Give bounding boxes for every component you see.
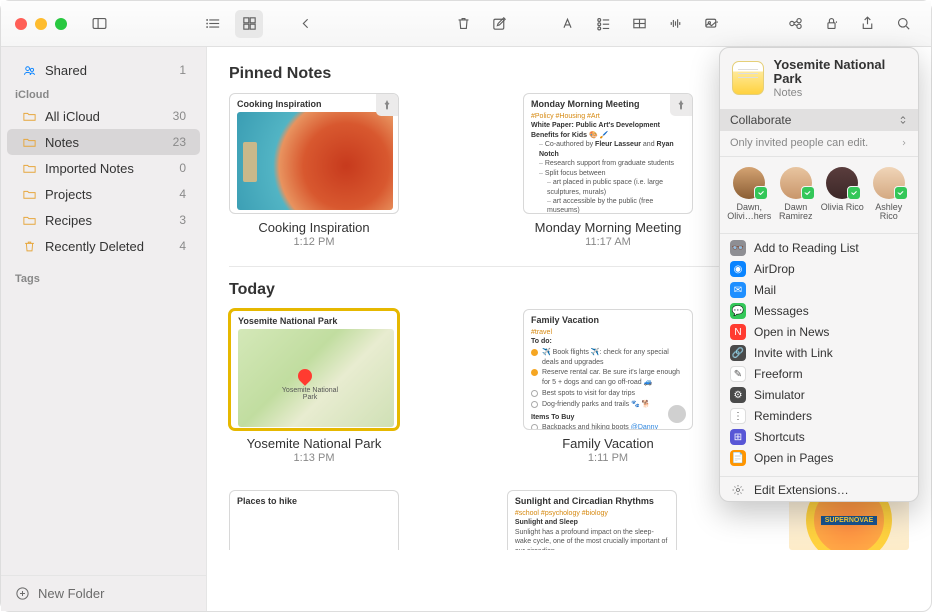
messages-badge-icon (754, 186, 768, 200)
pin-icon (670, 94, 692, 116)
app-icon: ✉ (730, 282, 746, 298)
share-icon[interactable] (853, 10, 881, 38)
share-person[interactable]: Ashley Rico (867, 167, 911, 223)
delete-icon[interactable] (449, 10, 477, 38)
messages-badge-icon (801, 186, 815, 200)
app-icon: ◉ (730, 261, 746, 277)
minimize-window[interactable] (35, 18, 47, 30)
sidebar-item-imported[interactable]: Imported Notes0 (7, 155, 200, 181)
note-card-hike[interactable]: Places to hike (229, 490, 399, 550)
share-menu-item[interactable]: ⋮Reminders (720, 406, 918, 427)
edit-extensions[interactable]: Edit Extensions… (720, 480, 918, 501)
share-menu-item[interactable]: ✉Mail (720, 280, 918, 301)
media-icon[interactable] (697, 10, 725, 38)
checklist-icon[interactable] (589, 10, 617, 38)
share-person[interactable]: Dawn Ramirez (774, 167, 818, 223)
titlebar (1, 1, 931, 47)
share-subtitle: Notes (774, 87, 906, 99)
chevron-right-icon (900, 139, 908, 147)
gear-icon (730, 482, 746, 498)
app-icon: ⋮ (730, 408, 746, 424)
app-icon: 💬 (730, 303, 746, 319)
sidebar-item-deleted[interactable]: Recently Deleted4 (7, 233, 200, 259)
share-menu-item[interactable]: NOpen in News (720, 322, 918, 343)
back-icon[interactable] (291, 10, 319, 38)
search-icon[interactable] (889, 10, 917, 38)
grid-view-icon[interactable] (235, 10, 263, 38)
list-view-icon[interactable] (199, 10, 227, 38)
share-menu-item[interactable]: ◉AirDrop (720, 259, 918, 280)
table-icon[interactable] (625, 10, 653, 38)
notes-app-icon (732, 61, 764, 95)
chevron-updown-icon (898, 115, 908, 125)
map-thumbnail: Yosemite National Park (238, 329, 394, 427)
zoom-window[interactable] (55, 18, 67, 30)
app-icon: 👓 (730, 240, 746, 256)
lock-icon[interactable] (817, 10, 845, 38)
sidebar-item-all-icloud[interactable]: All iCloud30 (7, 103, 200, 129)
share-title: Yosemite National Park (774, 58, 906, 87)
note-card-sunlight[interactable]: Sunlight and Circadian Rhythms #school #… (507, 490, 677, 550)
note-card-yosemite[interactable]: Yosemite National Park Yosemite National… (229, 309, 399, 464)
sidebar-shared-count: 1 (179, 63, 186, 77)
window-controls (15, 18, 67, 30)
app-icon: 🔗 (730, 345, 746, 361)
close-window[interactable] (15, 18, 27, 30)
collaborate-dropdown[interactable]: Collaborate (720, 109, 918, 131)
sidebar-item-projects[interactable]: Projects4 (7, 181, 200, 207)
share-menu-item[interactable]: 👓Add to Reading List (720, 238, 918, 259)
sidebar-shared-label: Shared (45, 63, 87, 78)
permission-row[interactable]: Only invited people can edit. (720, 131, 918, 157)
share-menu: 👓Add to Reading List◉AirDrop✉Mail💬Messag… (720, 234, 918, 473)
share-menu-item[interactable]: 🔗Invite with Link (720, 343, 918, 364)
share-menu-item[interactable]: 📄Open in Pages (720, 448, 918, 469)
link-icon[interactable] (781, 10, 809, 38)
app-icon: ⊞ (730, 429, 746, 445)
share-menu-item[interactable]: ⊞Shortcuts (720, 427, 918, 448)
app-icon: ✎ (730, 366, 746, 382)
sidebar-item-notes[interactable]: Notes23 (7, 129, 200, 155)
share-sheet: Yosemite National Park Notes Collaborate… (719, 47, 919, 502)
audio-icon[interactable] (661, 10, 689, 38)
share-people: Dawn, Olivi…hers Dawn Ramirez Olivia Ric… (720, 157, 918, 234)
note-card-cooking[interactable]: Cooking Inspiration Cooking Inspiration … (229, 93, 399, 248)
sidebar-item-recipes[interactable]: Recipes3 (7, 207, 200, 233)
shared-avatar-icon (667, 404, 687, 424)
note-card-vacation[interactable]: Family Vacation #travel To do: ✈️ Book f… (523, 309, 693, 464)
messages-badge-icon (894, 186, 908, 200)
share-menu-item[interactable]: ⚙Simulator (720, 385, 918, 406)
share-person[interactable]: Olivia Rico (820, 167, 864, 223)
pin-icon (376, 94, 398, 116)
sidebar-section-icloud: iCloud (1, 83, 206, 103)
format-text-icon[interactable] (553, 10, 581, 38)
compose-icon[interactable] (485, 10, 513, 38)
share-menu-item[interactable]: ✎Freeform (720, 364, 918, 385)
toggle-sidebar-icon[interactable] (85, 10, 113, 38)
new-folder-button[interactable]: New Folder (1, 575, 206, 611)
sidebar-tags-label: Tags (1, 267, 206, 287)
share-menu-item[interactable]: 💬Messages (720, 301, 918, 322)
sidebar-shared[interactable]: Shared 1 (7, 57, 200, 83)
thumbnail-image (237, 112, 393, 210)
app-icon: ⚙ (730, 387, 746, 403)
share-person[interactable]: Dawn, Olivi…hers (727, 167, 771, 223)
app-icon: N (730, 324, 746, 340)
app-icon: 📄 (730, 450, 746, 466)
note-card-meeting[interactable]: Monday Morning Meeting #Policy #Housing … (523, 93, 693, 248)
sidebar: Shared 1 iCloud All iCloud30 Notes23 Imp… (1, 47, 207, 611)
messages-badge-icon (847, 186, 861, 200)
